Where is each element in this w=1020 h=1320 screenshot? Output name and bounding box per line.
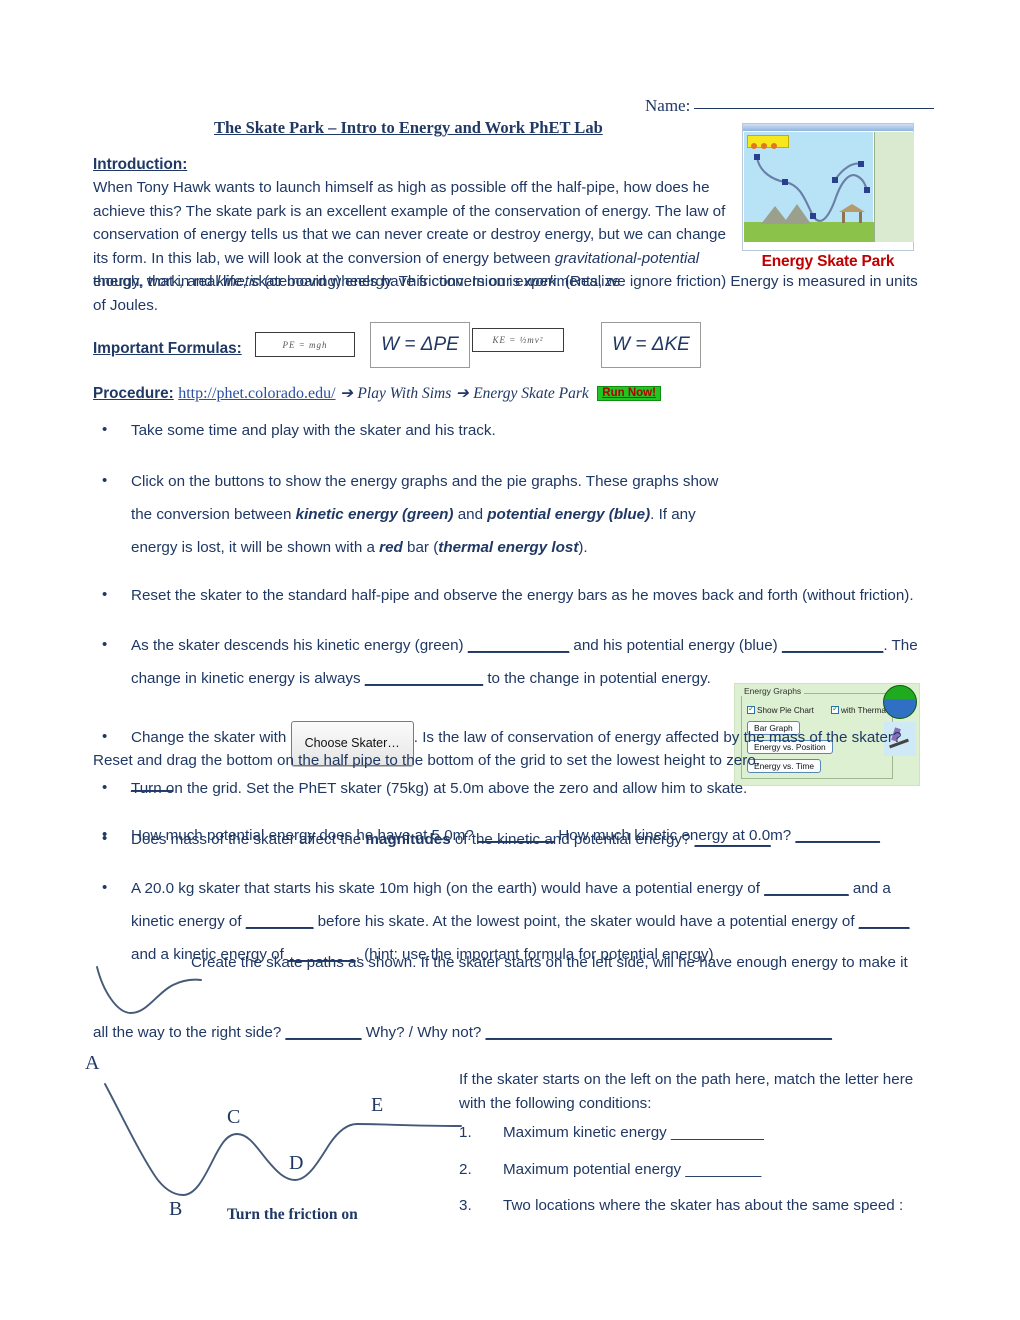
name-blank-line[interactable] bbox=[694, 108, 935, 109]
bullet-text-a: How much potential energy does he have a… bbox=[131, 827, 478, 844]
sim-track-svg bbox=[754, 154, 870, 224]
thermal-energy-lost: thermal energy lost bbox=[438, 538, 579, 556]
answer-blank-kinetic[interactable]: ____________ bbox=[468, 637, 569, 654]
with-thermal-checkbox[interactable]: with Therma bbox=[831, 704, 886, 715]
bullet-text-d: to the change in potential energy. bbox=[483, 670, 711, 687]
bullet-text-b: and his potential energy (blue) bbox=[569, 637, 782, 654]
answer-blank-enough-energy[interactable]: _________ bbox=[285, 1024, 361, 1041]
answer-blank-change[interactable]: ______________ bbox=[365, 670, 483, 687]
answer-blank-pe-10m[interactable]: __________ bbox=[764, 880, 848, 897]
path-label-d: D bbox=[289, 1152, 304, 1174]
question-number: 2. bbox=[459, 1160, 472, 1178]
path-label-c: C bbox=[227, 1106, 241, 1128]
path-diagram-curve bbox=[104, 1083, 462, 1196]
bullet-text-c: before his skate. At the lowest point, t… bbox=[313, 912, 859, 930]
bullet-play-with-skater: Take some time and play with the skater … bbox=[93, 418, 927, 443]
all-the-way-line: all the way to the right side? _________… bbox=[93, 1021, 927, 1045]
formula-box-work-pe: W = ΔPE bbox=[370, 322, 470, 368]
show-pie-chart-label: Show Pie Chart bbox=[757, 706, 814, 715]
answer-blank-pe-lowest[interactable]: ______ bbox=[859, 913, 910, 930]
red-emphasis: red bbox=[379, 538, 403, 556]
right-questions-lead: If the skater starts on the left on the … bbox=[459, 1071, 914, 1112]
kinetic-energy-green: kinetic energy (green) bbox=[295, 505, 454, 523]
bullet-show-energy-graphs: Click on the buttons to show the energy … bbox=[93, 464, 733, 564]
bullet-text: Turn on the grid. Set the PhET skater (7… bbox=[131, 779, 748, 797]
bullet-text-a: Change the skater with bbox=[131, 729, 287, 746]
run-now-button[interactable]: Run Now! bbox=[597, 386, 661, 401]
reset-lead-text: Reset and drag the bottom on the half pi… bbox=[93, 752, 760, 769]
checkbox-icon bbox=[747, 704, 755, 714]
path-label-b: B bbox=[169, 1198, 183, 1220]
intro-ital-gravitational: gravitational-potential bbox=[554, 249, 700, 267]
procedure-step-energy-skate-park: Energy Skate Park bbox=[473, 385, 589, 402]
potential-energy-blue: potential energy (blue) bbox=[487, 505, 651, 523]
bullet-text-b: . Is the law of conservation of energy a… bbox=[413, 729, 902, 746]
bullet-text-c: and bbox=[453, 505, 488, 523]
name-label: Name: bbox=[645, 96, 691, 115]
question-item-3: 3. Two locations where the skater has ab… bbox=[459, 1194, 929, 1218]
bullet-skater-descends: As the skater descends his kinetic energ… bbox=[93, 628, 927, 695]
bullet-text: Take some time and play with the skater … bbox=[131, 422, 496, 439]
arrow-2-icon: ➔ bbox=[455, 385, 469, 402]
formula-box-ke: KE = ½mv² bbox=[472, 328, 564, 352]
procedure-step-play-with-sims: Play With Sims bbox=[357, 385, 452, 402]
checkbox-icon bbox=[831, 704, 839, 714]
important-formulas-label: Important Formulas: bbox=[93, 340, 242, 357]
formula-box-pe: PE = mgh bbox=[255, 332, 355, 357]
bullet-reset-half-pipe: Reset the skater to the standard half-pi… bbox=[93, 583, 927, 608]
procedure-line: Procedure: http://phet.colorado.edu/ ➔ P… bbox=[93, 384, 927, 403]
question-text: Maximum kinetic energy ___________ bbox=[503, 1124, 764, 1141]
path-diagram: A B C D E bbox=[69, 1052, 489, 1226]
question-text: Two locations where the skater has about… bbox=[503, 1197, 904, 1214]
important-formulas-row: Important Formulas: PE = mgh W = ΔPE KE … bbox=[93, 322, 927, 374]
introduction-paragraph-part2: though, that in real life, skateboard wh… bbox=[93, 273, 918, 314]
phet-url-link[interactable]: http://phet.colorado.edu/ bbox=[178, 385, 335, 402]
answer-blank-potential[interactable]: ____________ bbox=[782, 637, 883, 654]
question-number: 3. bbox=[459, 1197, 472, 1214]
path-label-e: E bbox=[371, 1094, 384, 1116]
bullet-text: Reset the skater to the standard half-pi… bbox=[131, 586, 914, 604]
bullet-text-i: ). bbox=[578, 538, 588, 556]
bullet-pe-at-5m: How much potential energy does he have a… bbox=[93, 823, 927, 848]
answer-blank-pe-5m[interactable]: _________ bbox=[478, 827, 554, 844]
bullet-turn-on-grid: Turn on the grid. Set the PhET skater (7… bbox=[93, 776, 927, 801]
reset-grid-section: Reset and drag the bottom on the half pi… bbox=[93, 749, 927, 971]
worksheet-page: Name: The Skate Park – Intro to Energy a… bbox=[0, 0, 1020, 1320]
with-thermal-label: with Therma bbox=[841, 706, 886, 715]
all-way-text-b: Why? / Why not? bbox=[361, 1024, 486, 1041]
reset-bullet-list: Turn on the grid. Set the PhET skater (7… bbox=[93, 776, 927, 971]
bullet-text-g: bar ( bbox=[402, 538, 439, 556]
create-paths-text: Create the skate paths as shown. If the … bbox=[191, 954, 908, 971]
question-item-2: 2. Maximum potential energy _________ bbox=[459, 1158, 929, 1182]
arrow-1-icon: ➔ bbox=[339, 385, 353, 402]
question-item-1: 1. Maximum kinetic energy ___________ bbox=[459, 1121, 929, 1145]
question-text: Maximum potential energy _________ bbox=[503, 1160, 762, 1178]
bullet-text-a: A 20.0 kg skater that starts his skate 1… bbox=[131, 879, 765, 897]
bullet-text-b: How much kinetic energy at 0.0m? bbox=[554, 827, 796, 844]
right-questions-block: If the skater starts on the left on the … bbox=[459, 1068, 929, 1231]
name-field-row: Name: bbox=[645, 96, 1020, 116]
energy-skate-park-screenshot bbox=[742, 123, 914, 251]
right-questions-list: 1. Maximum kinetic energy ___________ 2.… bbox=[459, 1121, 929, 1218]
answer-blank-ke-before[interactable]: ________ bbox=[246, 913, 314, 930]
all-way-text-a: all the way to the right side? bbox=[93, 1024, 286, 1041]
answer-blank-why[interactable]: ________________________________________… bbox=[486, 1024, 832, 1041]
show-pie-chart-checkbox[interactable]: Show Pie Chart bbox=[747, 704, 814, 715]
path-label-a: A bbox=[85, 1052, 100, 1074]
turn-friction-on-note: Turn the friction on bbox=[227, 1206, 358, 1223]
formula-box-work-ke: W = ΔKE bbox=[601, 322, 701, 368]
phet-image-caption: Energy Skate Park bbox=[761, 253, 895, 270]
introduction-heading: Introduction: bbox=[93, 156, 188, 173]
procedure-label: Procedure: bbox=[93, 385, 174, 402]
answer-blank-ke-0m[interactable]: __________ bbox=[795, 827, 879, 844]
page-title: The Skate Park – Intro to Energy and Wor… bbox=[214, 118, 603, 137]
question-number: 1. bbox=[459, 1124, 472, 1141]
bullet-text-a: As the skater descends his kinetic energ… bbox=[131, 637, 468, 654]
